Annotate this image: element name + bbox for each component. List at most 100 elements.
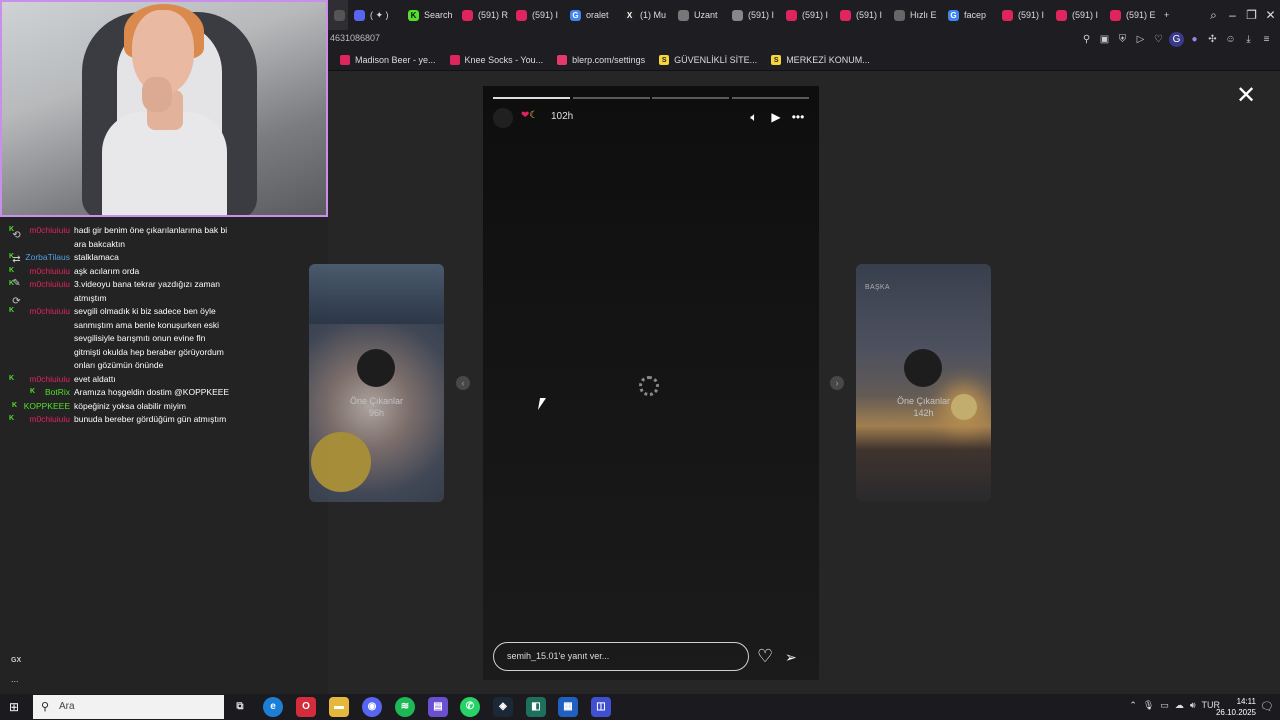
whatsapp-icon[interactable]: ✆ <box>460 697 480 717</box>
windows-start-icon[interactable]: ⊞ <box>9 700 23 714</box>
tray-chevron-icon[interactable]: ⌃ <box>1129 700 1137 711</box>
chat-username[interactable]: KOPPKEEE <box>24 400 70 413</box>
browser-tab[interactable]: (591) I <box>726 0 780 30</box>
restore-icon[interactable]: ❐ <box>1242 8 1261 22</box>
browser-tab[interactable]: Uzant <box>672 0 726 30</box>
play-icon[interactable]: ▶ <box>769 108 783 126</box>
prev-story-card[interactable]: Öne Çıkanlar 96h <box>309 264 444 502</box>
chat-username[interactable]: m0chiuiuiu <box>29 305 70 318</box>
browser-tab[interactable]: (591) I <box>996 0 1050 30</box>
address-bar[interactable]: 4631086807 ⚲ ▣ ⛨ ▷ ♡ G ● ✣ ☺ ⤓ ≡ <box>328 30 1280 50</box>
kick-badge-icon: K <box>12 401 18 409</box>
youtube-icon <box>516 9 527 21</box>
clock[interactable]: 14:11 26.10.2025 <box>1216 696 1256 718</box>
tab-label: Search <box>424 10 453 20</box>
chat-username[interactable]: m0chiuiuiu <box>29 278 70 291</box>
story-author-emoji: ❤☾ <box>521 110 539 121</box>
site-icon: S <box>659 55 670 65</box>
next-story-card[interactable]: BAŞKA Öne Çıkanlar 142h <box>856 264 991 502</box>
app-icon[interactable]: ▤ <box>428 697 448 717</box>
bookmark-item[interactable]: blerp.com/settings <box>557 55 645 65</box>
tab-label: (591) R <box>478 10 509 20</box>
profile-icon[interactable]: G <box>1169 32 1184 47</box>
bookmark-item[interactable]: S GÜVENLİKLİ SİTE... <box>659 55 757 65</box>
browser-tab[interactable]: X (1) Mu <box>618 0 672 30</box>
opera-gx-icon[interactable]: O <box>296 697 316 717</box>
prev-arrow-icon[interactable]: ‹ <box>456 376 470 390</box>
mute-icon[interactable]: 🔈︎ <box>747 108 761 126</box>
x-icon: X <box>624 9 635 21</box>
cloud-icon[interactable]: ☁ <box>1175 700 1184 711</box>
chat-message-text: atmıştım <box>74 292 107 303</box>
story-main[interactable]: ❤☾ 102h 🔈︎ ▶ ••• semih_15.01'e yanıt ver… <box>483 86 819 680</box>
bookmark-item[interactable]: Madison Beer - ye... <box>340 55 436 65</box>
send-icon[interactable]: ➢ <box>785 646 797 668</box>
app-icon-4[interactable]: ◫ <box>591 697 611 717</box>
browser-tab[interactable] <box>328 0 348 30</box>
chat-username[interactable]: m0chiuiuiu <box>29 373 70 386</box>
next-story-title: Öne Çıkanlar <box>896 396 951 406</box>
kick-badge-icon: K <box>9 280 15 287</box>
download-icon[interactable]: ⤓ <box>1241 32 1256 47</box>
spotify-icon[interactable]: ≋ <box>395 697 415 717</box>
heart-icon[interactable]: ♡ <box>1151 32 1166 47</box>
steam-icon[interactable]: ◈ <box>493 697 513 717</box>
chat-message-text: sevgili olmadık ki biz sadece ben öyle <box>74 306 216 316</box>
story-avatar <box>904 349 942 387</box>
bookmark-item[interactable]: S MERKEZİ KONUM... <box>771 55 870 65</box>
play-icon[interactable]: ▷ <box>1133 32 1148 47</box>
browser-tab[interactable]: (591) E <box>1104 0 1158 30</box>
chat-username[interactable]: m0chiuiuiu <box>29 224 70 237</box>
discord-icon[interactable]: ◉ <box>362 697 382 717</box>
chat-username[interactable]: BotRix <box>45 386 70 399</box>
microphone-icon[interactable]: 🎙︎ <box>1143 700 1154 711</box>
prev-story-label: Öne Çıkanlar 96h <box>309 395 444 419</box>
pin-icon[interactable]: ⚲ <box>1079 32 1094 47</box>
new-tab-button[interactable]: + <box>1158 0 1178 30</box>
reply-input[interactable]: semih_15.01'e yanıt ver... <box>493 642 749 671</box>
browser-tab[interactable]: (591) I <box>834 0 888 30</box>
progress-segment <box>493 97 570 99</box>
browser-tab[interactable]: Goralet <box>564 0 618 30</box>
app-icon-2[interactable]: ◧ <box>526 697 546 717</box>
browser-tab[interactable]: (591) I <box>780 0 834 30</box>
edge-browser-icon[interactable]: e <box>263 697 283 717</box>
volume-icon[interactable]: 🔊︎ <box>1190 700 1196 711</box>
app-icon-3[interactable]: ▦ <box>558 697 578 717</box>
puzzle-icon[interactable]: ✣ <box>1205 32 1220 47</box>
close-story-button[interactable]: ✕ <box>1236 84 1256 108</box>
kick-badge-icon: K <box>9 374 15 382</box>
extension-icon[interactable]: ● <box>1187 32 1202 47</box>
network-icon[interactable]: ▭ <box>1160 700 1169 711</box>
clock-time: 14:11 <box>1236 697 1256 706</box>
chat-username[interactable]: m0chiuiuiu <box>29 265 70 278</box>
bookmark-item[interactable]: Knee Socks - You... <box>449 55 543 65</box>
story-author-avatar[interactable] <box>493 108 513 128</box>
chat-username[interactable]: m0chiuiuiu <box>29 413 70 426</box>
next-arrow-icon[interactable]: › <box>830 376 844 390</box>
taskbar-search[interactable]: ⚲ Ara <box>33 695 224 719</box>
gx-label: GX <box>11 657 22 664</box>
browser-tab[interactable]: (591) I <box>1050 0 1104 30</box>
account-icon[interactable]: ☺ <box>1223 32 1238 47</box>
task-view-icon[interactable]: ⧉ <box>230 697 250 717</box>
more-options-icon[interactable]: ••• <box>791 108 805 126</box>
screenshot-icon[interactable]: ▣ <box>1097 32 1112 47</box>
menu-icon[interactable]: ≡ <box>1259 32 1274 47</box>
more-menu-icon[interactable]: ... <box>11 674 19 684</box>
browser-tab[interactable]: K Search <box>402 0 456 30</box>
next-story-tag: BAŞKA <box>865 284 890 291</box>
browser-tab[interactable]: (591) I <box>510 0 564 30</box>
minimize-icon[interactable]: – <box>1223 8 1242 22</box>
browser-tab[interactable]: Gfacep <box>942 0 996 30</box>
chat-username[interactable]: ZorbaTilaus <box>25 251 70 264</box>
browser-tab[interactable]: ( ✦ ) <box>348 0 402 30</box>
notification-icon[interactable]: 🗨︎ <box>1260 700 1274 713</box>
file-explorer-icon[interactable]: ▬ <box>329 697 349 717</box>
like-heart-icon[interactable]: ♡ <box>757 644 773 668</box>
search-tabs-icon[interactable]: ⌕ <box>1204 8 1223 23</box>
browser-tab[interactable]: Hızlı E <box>888 0 942 30</box>
browser-tab[interactable]: (591) R <box>456 0 510 30</box>
shield-icon[interactable]: ⛨ <box>1115 32 1130 47</box>
close-window-icon[interactable]: ✕ <box>1261 8 1280 22</box>
